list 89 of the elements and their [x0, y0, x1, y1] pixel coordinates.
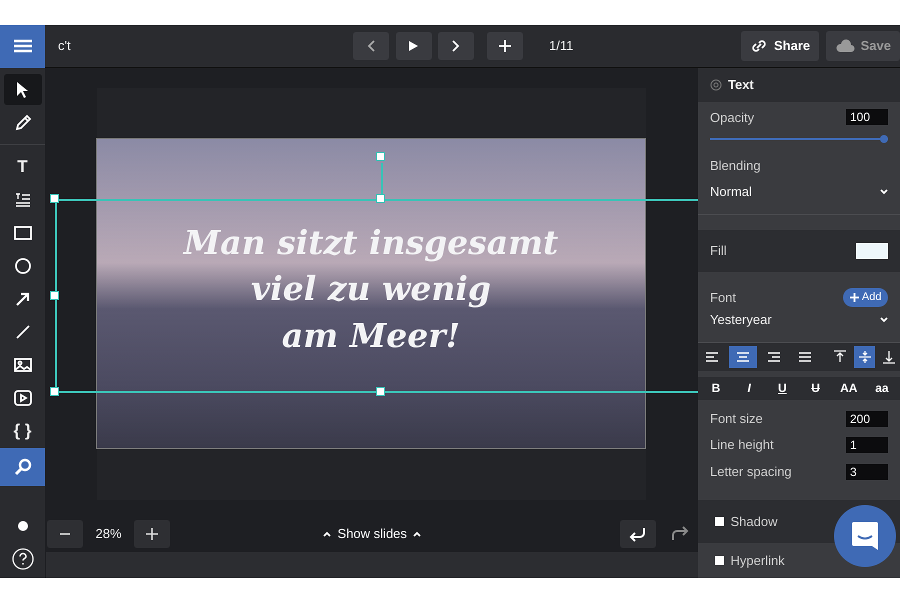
align-left-icon	[705, 350, 720, 363]
slide-text-line: Man sitzt insgesamt	[184, 222, 558, 264]
number-input[interactable]: 3	[846, 464, 888, 480]
align-center-button[interactable]	[729, 346, 758, 368]
circle-icon	[14, 256, 32, 274]
previous-button[interactable]	[353, 32, 389, 60]
slide-text-line: viel zu wenig	[251, 268, 491, 310]
zoom-level: 28%	[94, 525, 123, 544]
video-icon	[14, 388, 32, 406]
field-label: Line height	[710, 436, 774, 454]
plus-icon	[850, 292, 859, 302]
pencil-icon	[14, 114, 32, 132]
valign-bottom-icon	[882, 350, 896, 364]
chevron-up-icon	[413, 531, 422, 537]
valign-top-icon	[833, 350, 848, 364]
share-button[interactable]: Share	[740, 31, 820, 61]
add-font-button[interactable]: Add	[843, 288, 888, 307]
plus-icon	[146, 528, 158, 540]
play-icon	[409, 41, 418, 51]
align-right-icon	[767, 350, 782, 363]
link-icon	[750, 39, 768, 53]
opacity-input[interactable]: 100	[846, 109, 888, 126]
text-tool-button[interactable]: T	[4, 151, 42, 182]
document-title: c't	[58, 37, 72, 56]
image-icon	[14, 356, 32, 374]
zoom-in-button[interactable]	[134, 520, 170, 548]
redo-arrow-icon	[670, 526, 690, 542]
fill-color-swatch[interactable]	[856, 242, 888, 259]
slider-thumb[interactable]	[880, 135, 888, 144]
plus-icon	[499, 40, 511, 52]
align-justify-icon	[798, 350, 812, 363]
font-label: Font	[710, 288, 736, 307]
add-slide-button[interactable]	[487, 32, 523, 60]
cloud-icon	[834, 39, 855, 53]
slide-counter: 1/11	[549, 37, 574, 56]
panel-title: Text	[728, 76, 754, 94]
resize-handle[interactable]	[376, 387, 385, 396]
menu-button[interactable]	[0, 24, 45, 68]
text-list-icon	[14, 190, 32, 208]
resize-handle[interactable]	[50, 194, 59, 203]
chat-bubble-icon	[851, 521, 879, 551]
fill-label: Fill	[710, 242, 727, 260]
checkbox-label: Hyperlink	[730, 552, 785, 570]
code-tool-button[interactable]: { }	[4, 415, 42, 446]
checkbox-label: Shadow	[730, 512, 778, 531]
valign-middle-icon	[858, 350, 872, 364]
undo-button[interactable]	[620, 520, 656, 548]
upper-button[interactable]: AA	[832, 379, 865, 398]
pointer-tool-button[interactable]	[4, 74, 42, 105]
checkbox[interactable]	[715, 516, 724, 526]
search-button[interactable]	[0, 448, 45, 486]
number-input[interactable]: 200	[846, 410, 888, 427]
chevron-right-icon	[452, 40, 460, 52]
opacity-label: Opacity	[710, 108, 754, 127]
resize-handle[interactable]	[50, 387, 59, 396]
field-label: Letter spacing	[710, 462, 792, 481]
bold-button[interactable]: B	[700, 379, 732, 398]
next-button[interactable]	[438, 32, 474, 60]
font-dropdown[interactable]: Yesteryear	[710, 310, 888, 330]
underline-button[interactable]: U	[766, 379, 798, 398]
target-icon	[710, 78, 722, 91]
strike-button[interactable]: U	[800, 379, 832, 398]
resize-handle[interactable]	[50, 291, 59, 300]
resize-handle[interactable]	[376, 194, 385, 203]
chevron-left-icon	[367, 40, 375, 52]
align-center-icon	[736, 350, 750, 363]
show-slides-button[interactable]: Show slides	[322, 523, 422, 545]
search-icon	[14, 458, 32, 476]
record-dot-icon	[18, 520, 28, 531]
minus-icon	[60, 533, 70, 535]
menu-icon	[14, 39, 32, 53]
slide-text-line: am Meer!	[282, 314, 460, 357]
lower-button[interactable]: aa	[866, 379, 898, 398]
undo-arrow-icon	[628, 526, 648, 542]
field-label: Font size	[710, 410, 763, 428]
chevron-up-icon	[323, 531, 332, 537]
resize-handle[interactable]	[376, 152, 385, 161]
blending-dropdown[interactable]: Normal	[710, 182, 888, 206]
help-icon	[12, 548, 34, 570]
blending-label: Blending	[710, 157, 762, 176]
chevron-down-icon	[880, 188, 888, 195]
play-button[interactable]	[396, 32, 432, 60]
line-icon	[14, 322, 32, 340]
italic-button[interactable]: I	[733, 379, 766, 398]
rectangle-icon	[14, 224, 32, 242]
valign-middle-button[interactable]	[854, 346, 876, 368]
number-input[interactable]: 1	[846, 437, 888, 454]
checkbox[interactable]	[715, 556, 724, 565]
chevron-down-icon	[880, 317, 888, 324]
